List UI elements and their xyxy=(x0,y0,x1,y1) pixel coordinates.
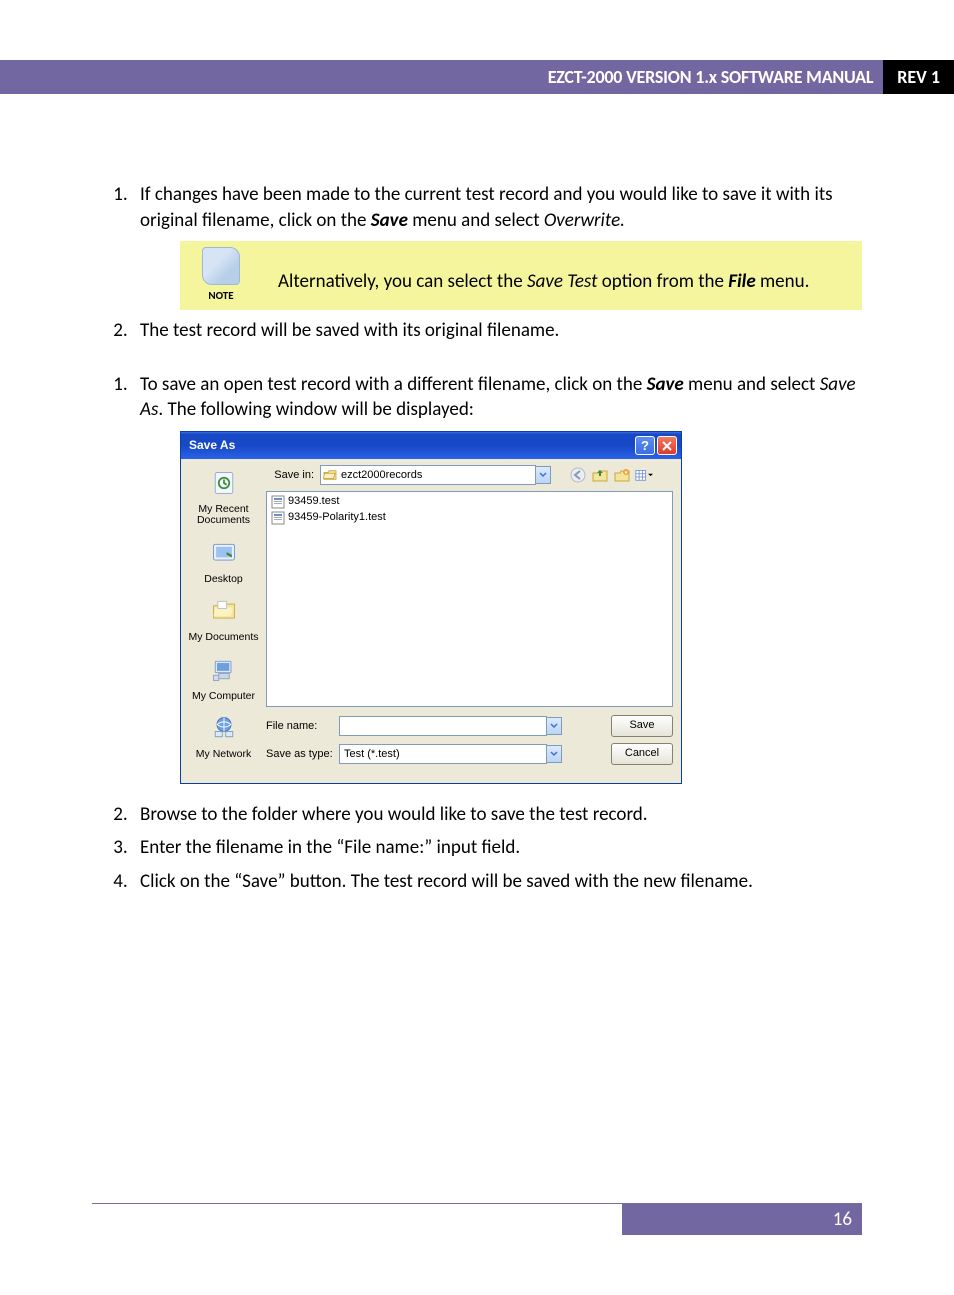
help-button[interactable]: ? xyxy=(635,436,655,455)
up-one-level-button[interactable] xyxy=(591,466,609,484)
desktop-icon xyxy=(209,539,239,567)
place-desktop[interactable]: Desktop xyxy=(181,539,266,585)
chevron-down-icon xyxy=(539,472,547,478)
place-mycomputer[interactable]: My Computer xyxy=(181,656,266,702)
chevron-down-icon xyxy=(550,723,558,729)
savetype-combo[interactable]: Test (*.test) xyxy=(339,744,547,764)
file-icon xyxy=(271,495,285,509)
note-text: Alternatively, you can select the Save T… xyxy=(250,247,817,295)
new-folder-button[interactable]: ★ xyxy=(613,466,631,484)
file-list[interactable]: 93459.test 93459-Polarity1.test xyxy=(266,491,673,707)
list-item: Enter the filename in the “File name:” i… xyxy=(132,835,862,861)
page-footer: 16 xyxy=(92,1203,862,1235)
recent-docs-icon xyxy=(209,469,239,497)
page-header: EZCT-2000 VERSION 1.x SOFTWARE MANUAL RE… xyxy=(0,60,954,94)
procedure-list-b: To save an open test record with a diffe… xyxy=(92,372,862,895)
chevron-down-icon xyxy=(550,751,558,757)
close-icon xyxy=(662,441,672,451)
note-label: NOTE xyxy=(192,289,250,304)
folder-open-icon xyxy=(323,469,337,481)
savetype-dropdown-arrow[interactable] xyxy=(546,745,562,763)
svg-text:★: ★ xyxy=(624,470,629,476)
place-mydocs[interactable]: My Documents xyxy=(181,597,266,643)
file-icon xyxy=(271,511,285,525)
filename-label: File name: xyxy=(266,719,339,734)
close-button[interactable] xyxy=(657,436,677,455)
mycomputer-icon xyxy=(209,656,239,684)
savein-dropdown-arrow[interactable] xyxy=(535,466,551,484)
header-title: EZCT-2000 VERSION 1.x SOFTWARE MANUAL xyxy=(0,60,883,94)
savein-label: Save in: xyxy=(266,468,320,483)
place-mynetwork[interactable]: My Network xyxy=(181,714,266,760)
places-bar: My Recent Documents Desktop My Documents xyxy=(181,459,266,783)
mynetwork-icon xyxy=(209,714,239,742)
savein-value: ezct2000records xyxy=(341,468,533,483)
back-icon xyxy=(569,466,587,484)
file-item[interactable]: 93459-Polarity1.test xyxy=(271,510,668,525)
note-icon xyxy=(202,247,240,285)
views-icon xyxy=(635,468,653,483)
list-item: Click on the “Save” button. The test rec… xyxy=(132,869,862,895)
filename-dropdown-arrow[interactable] xyxy=(546,717,562,735)
note-box: NOTE Alternatively, you can select the S… xyxy=(180,241,862,310)
back-button[interactable] xyxy=(569,466,587,484)
list-item: To save an open test record with a diffe… xyxy=(132,372,862,784)
save-as-dialog: Save As ? My Recent Documents xyxy=(180,431,682,784)
folder-up-icon xyxy=(591,466,609,484)
procedure-list-a: If changes have been made to the current… xyxy=(92,182,862,344)
list-item: If changes have been made to the current… xyxy=(132,182,862,310)
savein-combo[interactable]: ezct2000records xyxy=(320,465,536,485)
page-number: 16 xyxy=(622,1204,862,1235)
mydocuments-icon xyxy=(209,597,239,625)
list-item: Browse to the folder where you would lik… xyxy=(132,802,862,828)
views-button[interactable] xyxy=(635,466,653,484)
titlebar[interactable]: Save As ? xyxy=(181,432,681,459)
place-recent[interactable]: My Recent Documents xyxy=(181,469,266,527)
file-item[interactable]: 93459.test xyxy=(271,494,668,509)
cancel-button[interactable]: Cancel xyxy=(611,743,673,765)
header-rev: REV 1 xyxy=(883,60,954,94)
dialog-title: Save As xyxy=(189,437,633,453)
filename-input[interactable] xyxy=(339,716,547,736)
new-folder-icon: ★ xyxy=(613,466,631,484)
savetype-label: Save as type: xyxy=(266,747,339,762)
save-button[interactable]: Save xyxy=(611,715,673,737)
list-item: The test record will be saved with its o… xyxy=(132,318,862,344)
